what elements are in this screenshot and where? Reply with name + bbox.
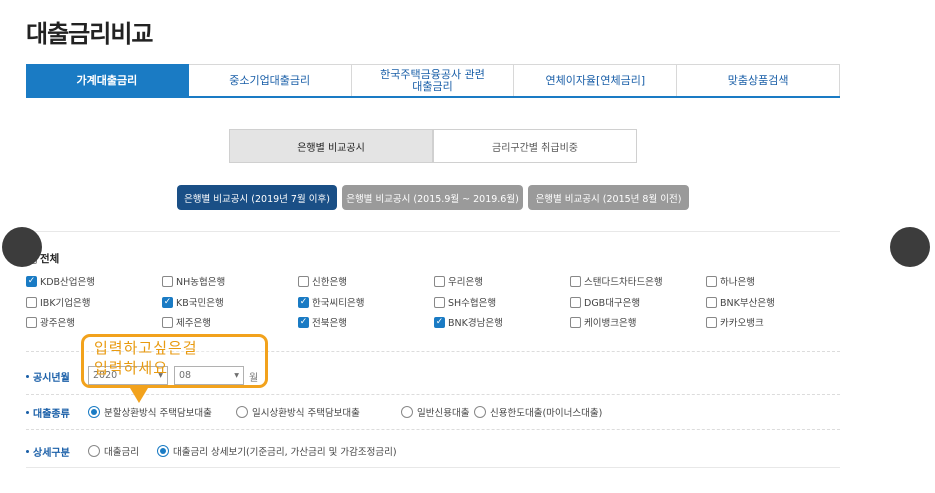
- tab-sme-loan[interactable]: 중소기업대출금리: [188, 64, 352, 96]
- bank-checkbox[interactable]: DGB대구은행: [570, 295, 640, 309]
- bank-checkbox[interactable]: ✓ 한국씨티은행: [298, 295, 364, 309]
- bullet-icon: [26, 411, 29, 414]
- bank-checkbox[interactable]: 신한은행: [298, 274, 347, 288]
- tooltip-text: 입력하고싶은걸 입력하세요: [94, 339, 198, 377]
- segment-bank-compare[interactable]: 은행별 비교공시: [229, 129, 433, 163]
- bank-label: 전북은행: [312, 318, 347, 329]
- touch-indicator-left: [2, 227, 42, 267]
- loan-type-radio[interactable]: 일반신용대출: [401, 405, 469, 419]
- radio-icon: [236, 406, 248, 418]
- checkmark-icon: ✓: [26, 275, 37, 287]
- bank-checkbox[interactable]: BNK부산은행: [706, 295, 775, 309]
- divider: [26, 231, 840, 232]
- bullet-icon: [26, 450, 29, 453]
- bank-checkbox[interactable]: 제주은행: [162, 315, 211, 329]
- radio-label: 일반신용대출: [417, 408, 470, 419]
- detail-radio[interactable]: 대출금리: [88, 444, 139, 458]
- bank-checkbox[interactable]: NH농협은행: [162, 274, 225, 288]
- bank-label: IBK기업은행: [40, 298, 91, 309]
- bank-checkbox[interactable]: 광주은행: [26, 315, 75, 329]
- detail-label: 상세구분: [26, 444, 70, 459]
- checkbox-icon: [706, 316, 717, 328]
- date-label: 공시년월: [26, 369, 70, 384]
- period-button-2015-before[interactable]: 은행별 비교공시 (2015년 8월 이전): [528, 185, 689, 210]
- bank-checkbox[interactable]: 우리은행: [434, 274, 483, 288]
- bank-checkbox[interactable]: ✓ KDB산업은행: [26, 274, 95, 288]
- main-tabs: 가계대출금리 중소기업대출금리 한국주택금융공사 관련 대출금리 연체이자율[연…: [26, 64, 840, 98]
- bank-label: BNK부산은행: [720, 298, 775, 309]
- checkmark-icon: ✓: [298, 296, 309, 308]
- checkbox-icon: [706, 296, 717, 308]
- checkbox-icon: [434, 296, 445, 308]
- select-all-label: 전체: [40, 253, 60, 265]
- bank-checkbox[interactable]: IBK기업은행: [26, 295, 91, 309]
- bank-label: KB국민은행: [176, 298, 224, 309]
- loan-type-label: 대출종류: [26, 405, 70, 420]
- bank-label: 광주은행: [40, 318, 75, 329]
- bank-label: BNK경남은행: [448, 318, 503, 329]
- bank-label: NH농협은행: [176, 277, 226, 288]
- radio-icon: [474, 406, 486, 418]
- segment-rate-ratio[interactable]: 금리구간별 취급비중: [433, 129, 637, 163]
- bank-label: 카카오뱅크: [720, 318, 764, 329]
- checkbox-icon: [298, 275, 309, 287]
- radio-icon: [88, 406, 100, 418]
- checkmark-icon: ✓: [298, 316, 309, 328]
- divider: [26, 429, 840, 430]
- checkbox-icon: [706, 275, 717, 287]
- tab-overdue-rate[interactable]: 연체이자율[연체금리]: [514, 64, 678, 96]
- bank-checkbox[interactable]: 케이뱅크은행: [570, 315, 636, 329]
- touch-indicator-right: [890, 227, 930, 267]
- loan-type-radio[interactable]: 신용한도대출(마이너스대출): [474, 405, 602, 419]
- bank-label: 한국씨티은행: [312, 298, 365, 309]
- bank-label: 하나은행: [720, 277, 755, 288]
- radio-label: 대출금리 상세보기(기준금리, 가산금리 및 가감조정금리): [173, 447, 397, 458]
- checkbox-icon: [570, 296, 581, 308]
- bank-checkbox[interactable]: ✓ KB국민은행: [162, 295, 224, 309]
- bank-label: 신한은행: [312, 277, 347, 288]
- bank-label: KDB산업은행: [40, 277, 96, 288]
- bank-label: SH수협은행: [448, 298, 497, 309]
- radio-label: 분할상환방식 주택담보대출: [104, 408, 212, 419]
- checkmark-icon: ✓: [162, 296, 173, 308]
- checkbox-icon: [26, 316, 37, 328]
- checkbox-icon: [570, 275, 581, 287]
- bank-label: 우리은행: [448, 277, 483, 288]
- period-button-2015-2019[interactable]: 은행별 비교공시 (2015.9월 ~ 2019.6월): [342, 185, 523, 210]
- tab-custom-search[interactable]: 맞춤상품검색: [677, 64, 840, 96]
- bank-checkbox[interactable]: ✓ BNK경남은행: [434, 315, 503, 329]
- radio-icon: [157, 445, 169, 457]
- bank-checkbox[interactable]: 스탠다드차타드은행: [570, 274, 663, 288]
- loan-type-radio[interactable]: 분할상환방식 주택담보대출: [88, 405, 212, 419]
- checkbox-icon: [162, 275, 173, 287]
- bank-label: 케이뱅크은행: [584, 318, 637, 329]
- period-button-2019-after[interactable]: 은행별 비교공시 (2019년 7월 이후): [177, 185, 337, 210]
- tab-hf-loan[interactable]: 한국주택금융공사 관련 대출금리: [351, 64, 515, 96]
- checkmark-icon: ✓: [434, 316, 445, 328]
- bank-checkbox[interactable]: 카카오뱅크: [706, 315, 764, 329]
- radio-label: 대출금리: [104, 447, 139, 458]
- bank-label: 제주은행: [176, 318, 211, 329]
- loan-type-radio[interactable]: 일시상환방식 주택담보대출: [236, 405, 360, 419]
- bank-checkbox[interactable]: 하나은행: [706, 274, 755, 288]
- radio-icon: [401, 406, 413, 418]
- radio-icon: [88, 445, 100, 457]
- page-title: 대출금리비교: [26, 20, 153, 48]
- tooltip-tail: [130, 388, 148, 403]
- bank-label: DGB대구은행: [584, 298, 641, 309]
- checkbox-icon: [26, 296, 37, 308]
- checkbox-icon: [162, 316, 173, 328]
- bank-checkbox[interactable]: ✓ 전북은행: [298, 315, 347, 329]
- checkbox-icon: [434, 275, 445, 287]
- divider: [26, 467, 840, 468]
- bullet-icon: [26, 375, 29, 378]
- detail-radio[interactable]: 대출금리 상세보기(기준금리, 가산금리 및 가감조정금리): [157, 444, 397, 458]
- radio-label: 신용한도대출(마이너스대출): [490, 408, 603, 419]
- radio-label: 일시상환방식 주택담보대출: [252, 408, 360, 419]
- checkbox-icon: [570, 316, 581, 328]
- divider: [26, 394, 840, 395]
- bank-label: 스탠다드차타드은행: [584, 277, 663, 288]
- tab-household-loan[interactable]: 가계대출금리: [26, 64, 189, 96]
- bank-checkbox[interactable]: SH수협은행: [434, 295, 496, 309]
